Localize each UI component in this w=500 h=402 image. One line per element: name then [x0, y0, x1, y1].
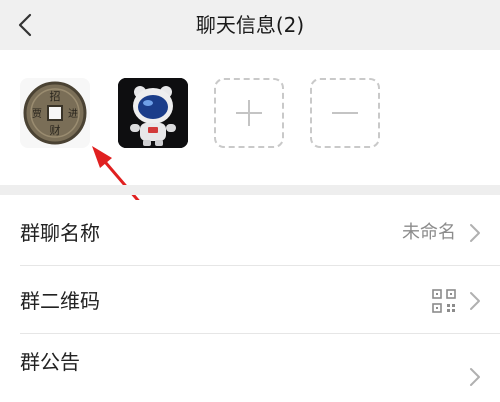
group-qr-label: 群二维码: [20, 289, 100, 313]
svg-text:进: 进: [68, 108, 78, 120]
minus-icon: [332, 112, 358, 114]
row-separator: [20, 265, 500, 266]
svg-text:贾: 贾: [32, 108, 42, 120]
group-notice-row[interactable]: 群公告: [0, 336, 500, 402]
remove-member-button[interactable]: [310, 78, 380, 148]
chevron-right-icon: [470, 368, 480, 386]
member-avatar-1[interactable]: 招 财 贾 进: [20, 78, 90, 148]
member-avatar-2[interactable]: [118, 78, 188, 148]
add-member-button[interactable]: [214, 78, 284, 148]
chevron-right-icon: [470, 224, 480, 242]
qr-code-icon: [432, 289, 456, 313]
section-divider: [0, 185, 500, 195]
plus-icon: [236, 100, 262, 126]
member-grid: 招 财 贾 进: [0, 50, 500, 185]
group-notice-label: 群公告: [20, 350, 80, 374]
group-name-value: 未命名: [402, 222, 456, 243]
astronaut-avatar-icon: [118, 78, 188, 148]
svg-text:招: 招: [50, 89, 61, 103]
group-qr-row[interactable]: 群二维码: [0, 268, 500, 334]
page-title: 聊天信息(2): [195, 13, 305, 37]
svg-text:财: 财: [50, 123, 61, 137]
group-name-row[interactable]: 群聊名称 未命名: [0, 200, 500, 266]
row-separator: [20, 333, 500, 334]
ancient-coin-avatar-icon: 招 财 贾 进: [20, 78, 90, 148]
header-bar: 聊天信息(2): [0, 0, 500, 50]
chevron-left-icon: [18, 13, 32, 37]
chevron-right-icon: [470, 292, 480, 310]
back-button[interactable]: [8, 8, 42, 42]
group-name-label: 群聊名称: [20, 221, 100, 245]
